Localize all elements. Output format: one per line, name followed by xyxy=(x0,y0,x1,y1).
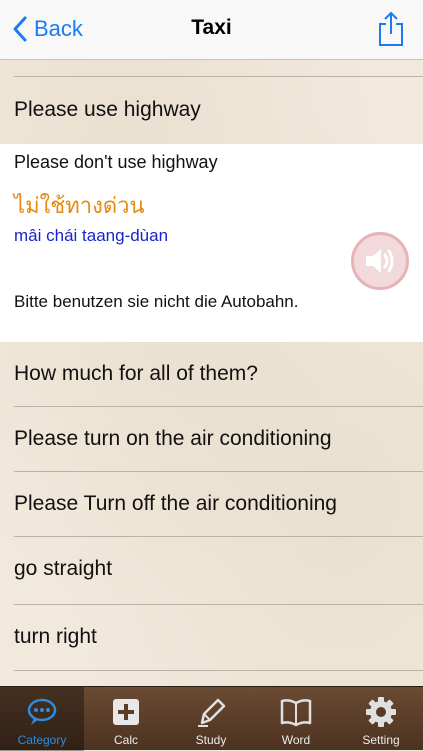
pen-icon xyxy=(198,698,226,727)
calculator-icon xyxy=(113,699,139,725)
tab-label: Setting xyxy=(362,733,400,747)
phrase-english: Please don't use highway xyxy=(14,152,218,172)
phrase-label: go straight xyxy=(14,557,113,580)
back-button[interactable]: Back xyxy=(8,14,83,44)
list-item[interactable]: Please turn on the air conditioning xyxy=(0,407,423,471)
phrase-thai: ไม่ใช้ทางด่วน xyxy=(14,194,145,219)
expanded-phrase-card[interactable]: Please don't use highway ไม่ใช้ทางด่วน m… xyxy=(0,144,423,342)
phrase-label: Please Turn off the air conditioning xyxy=(14,492,337,515)
divider xyxy=(14,670,423,671)
list-item[interactable]: go straight xyxy=(0,537,423,601)
list-item[interactable]: turn right xyxy=(0,605,423,669)
list-item[interactable]: Please use highway xyxy=(0,77,423,143)
book-icon xyxy=(280,699,312,727)
tab-setting[interactable]: Setting xyxy=(339,687,423,751)
list-item[interactable]: Please Turn off the air conditioning xyxy=(0,472,423,536)
speaker-button[interactable] xyxy=(351,232,409,290)
gear-icon xyxy=(366,697,396,727)
tab-study[interactable]: Study xyxy=(169,687,253,751)
phrase-label: How much for all of them? xyxy=(14,362,258,385)
tab-word[interactable]: Word xyxy=(254,687,338,751)
phrase-romanization: mâi chái taang-dùan xyxy=(14,226,169,245)
speaker-icon xyxy=(366,249,394,273)
phrase-label: turn right xyxy=(14,625,97,648)
speech-bubble-icon xyxy=(27,698,57,725)
tab-label: Calc xyxy=(113,733,138,747)
phrase-list: Please use highway Please don't use high… xyxy=(0,60,423,686)
phrase-label: Please turn on the air conditioning xyxy=(14,427,332,450)
tab-category[interactable]: Category xyxy=(0,687,84,751)
tab-label: Category xyxy=(17,733,67,747)
phrase-label: Please use highway xyxy=(14,98,201,121)
phrase-german: Bitte benutzen sie nicht die Autobahn. xyxy=(14,292,299,311)
list-item[interactable]: How much for all of them? xyxy=(0,342,423,406)
navigation-bar: Back Taxi xyxy=(0,0,423,60)
tab-label: Word xyxy=(281,733,311,747)
chevron-left-icon xyxy=(13,16,27,42)
tab-bar: Category Calc Study Word Setting xyxy=(0,686,423,751)
share-icon[interactable] xyxy=(375,10,407,48)
tab-calc[interactable]: Calc xyxy=(84,687,168,751)
tab-label: Study xyxy=(195,733,227,747)
back-label: Back xyxy=(34,16,83,41)
